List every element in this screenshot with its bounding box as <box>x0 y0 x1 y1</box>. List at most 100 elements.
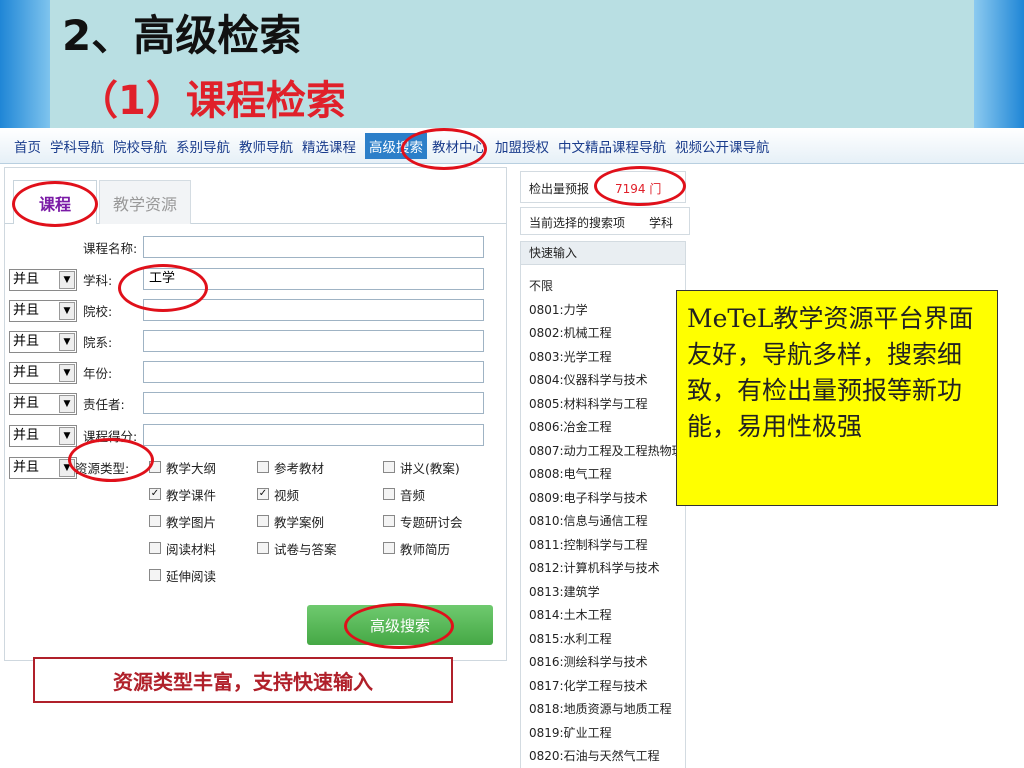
filter-row: 并且 ▼ 学科: 工学 <box>5 268 506 292</box>
field-input[interactable] <box>143 392 484 414</box>
checkbox-icon[interactable] <box>383 542 395 554</box>
checkbox-label: 教学案例 <box>274 514 325 530</box>
checkbox-icon[interactable]: ✓ <box>257 488 269 500</box>
chevron-down-icon[interactable]: ▼ <box>59 364 75 382</box>
quick-input-item[interactable]: 0807:动力工程及工程热物理 <box>529 442 684 459</box>
quick-input-item[interactable]: 0801:力学 <box>529 301 588 318</box>
logic-select[interactable]: 并且 ▼ <box>9 269 77 291</box>
quick-input-item[interactable]: 0812:计算机科学与技术 <box>529 559 660 576</box>
resource-type-checkbox[interactable]: 阅读材料 <box>149 539 216 557</box>
quick-input-item[interactable]: 0802:机械工程 <box>529 324 612 341</box>
tab-resource[interactable]: 教学资源 <box>99 180 191 224</box>
quick-input-item[interactable]: 0809:电子科学与技术 <box>529 489 648 506</box>
resource-type-checkbox[interactable]: 音频 <box>383 485 425 503</box>
chevron-down-icon[interactable]: ▼ <box>59 395 75 413</box>
quick-input-item[interactable]: 0805:材料科学与工程 <box>529 395 648 412</box>
resource-type-checkbox[interactable]: 教学图片 <box>149 512 216 530</box>
quick-input-item[interactable]: 0814:土木工程 <box>529 606 612 623</box>
resource-type-checkbox[interactable]: 讲义(教案) <box>383 458 460 476</box>
slide-title: 2、高级检索 <box>62 11 302 60</box>
field-input[interactable] <box>143 330 484 352</box>
logic-select-value: 并且 <box>13 428 40 443</box>
field-label: 院校: <box>83 304 113 319</box>
logic-select[interactable]: 并且 ▼ <box>9 425 77 447</box>
quick-input-item[interactable]: 0819:矿业工程 <box>529 724 612 741</box>
resource-type-checkbox[interactable]: 试卷与答案 <box>257 539 337 557</box>
checkbox-label: 参考教材 <box>274 460 325 476</box>
logic-select-value: 并且 <box>13 365 40 380</box>
resource-type-checkbox[interactable]: 教学大纲 <box>149 458 216 476</box>
field-label: 学科: <box>83 273 113 288</box>
logic-select[interactable]: 并且 ▼ <box>9 300 77 322</box>
quick-input-item[interactable]: 0811:控制科学与工程 <box>529 536 648 553</box>
quick-input-item[interactable]: 0815:水利工程 <box>529 630 612 647</box>
left-decoration <box>0 0 50 128</box>
current-label: 当前选择的搜索项 <box>529 216 626 230</box>
checkbox-icon[interactable] <box>149 515 161 527</box>
logic-select[interactable]: 并且 ▼ <box>9 362 77 384</box>
resource-type-checkbox[interactable]: ✓ 视频 <box>257 485 299 503</box>
field-label: 年份: <box>83 366 113 381</box>
filter-row: 并且 ▼ 院系: <box>5 330 506 354</box>
logic-select[interactable]: 并且 ▼ <box>9 393 77 415</box>
quick-input-item[interactable]: 不限 <box>529 277 553 294</box>
nav-item[interactable]: 院校导航 <box>113 136 167 156</box>
checkbox-label: 教师简历 <box>400 541 451 557</box>
logic-select-value: 并且 <box>13 303 40 318</box>
nav-item[interactable]: 教师导航 <box>239 136 293 156</box>
checkbox-icon[interactable] <box>257 461 269 473</box>
caption-box: 资源类型丰富，支持快速输入 <box>33 657 453 703</box>
chevron-down-icon[interactable]: ▼ <box>59 271 75 289</box>
current-selection: 当前选择的搜索项 学科 <box>520 207 690 235</box>
checkbox-icon[interactable] <box>383 488 395 500</box>
slide-subtitle: （1）课程检索 <box>78 78 346 124</box>
field-input[interactable] <box>143 424 484 446</box>
quick-input-item[interactable]: 0813:建筑学 <box>529 583 600 600</box>
filter-row: 并且 ▼ 责任者: <box>5 392 506 416</box>
checkbox-icon[interactable] <box>149 569 161 581</box>
quick-input-item[interactable]: 0808:电气工程 <box>529 465 612 482</box>
nav-item[interactable]: 首页 <box>14 136 41 156</box>
highlight-circle <box>344 603 454 649</box>
logic-select[interactable]: 并且 ▼ <box>9 457 77 479</box>
resource-type-checkbox[interactable]: 教学案例 <box>257 512 324 530</box>
highlight-circle <box>68 438 154 482</box>
quick-input-item[interactable]: 0817:化学工程与技术 <box>529 677 648 694</box>
right-decoration <box>974 0 1024 128</box>
field-input[interactable] <box>143 361 484 383</box>
resource-type-checkbox[interactable]: 教师简历 <box>383 539 450 557</box>
chevron-down-icon[interactable]: ▼ <box>59 427 75 445</box>
nav-item[interactable]: 系别导航 <box>176 136 230 156</box>
checkbox-icon[interactable]: ✓ <box>149 488 161 500</box>
checkbox-icon[interactable] <box>383 461 395 473</box>
chevron-down-icon[interactable]: ▼ <box>59 333 75 351</box>
quick-input-item[interactable]: 0816:测绘科学与技术 <box>529 653 648 670</box>
checkbox-icon[interactable] <box>383 515 395 527</box>
nav-item[interactable]: 视频公开课导航 <box>675 136 770 156</box>
filter-row: 并且 ▼ 院校: <box>5 299 506 323</box>
nav-item[interactable]: 加盟授权 <box>495 136 549 156</box>
logic-select[interactable]: 并且 ▼ <box>9 331 77 353</box>
resource-type-checkbox[interactable]: 延伸阅读 <box>149 566 216 584</box>
quick-input-item[interactable]: 0806:冶金工程 <box>529 418 612 435</box>
count-label: 检出量预报 <box>529 182 590 196</box>
checkbox-label: 延伸阅读 <box>166 568 217 584</box>
search-panel: 课程 教学资源 课程名称: 并且 ▼ 学科: 工学 并且 ▼ 院校: 并且 ▼ 院系: 并且 ▼ 年份:… <box>4 167 507 661</box>
checkbox-icon[interactable] <box>257 515 269 527</box>
quick-input-item[interactable]: 0818:地质资源与地质工程 <box>529 700 672 717</box>
checkbox-icon[interactable] <box>257 542 269 554</box>
course-name-input[interactable] <box>143 236 484 258</box>
nav-item[interactable]: 学科导航 <box>50 136 104 156</box>
course-name-row: 课程名称: <box>5 236 506 260</box>
checkbox-icon[interactable] <box>149 542 161 554</box>
quick-input-item[interactable]: 0820:石油与天然气工程 <box>529 747 660 764</box>
nav-item[interactable]: 中文精品课程导航 <box>558 136 666 156</box>
resource-type-checkbox[interactable]: 专题研讨会 <box>383 512 463 530</box>
chevron-down-icon[interactable]: ▼ <box>59 302 75 320</box>
resource-type-checkbox[interactable]: ✓ 教学课件 <box>149 485 216 503</box>
resource-type-checkbox[interactable]: 参考教材 <box>257 458 324 476</box>
quick-input-item[interactable]: 0810:信息与通信工程 <box>529 512 648 529</box>
quick-input-item[interactable]: 0804:仪器科学与技术 <box>529 371 648 388</box>
nav-item[interactable]: 精选课程 <box>302 136 356 156</box>
quick-input-item[interactable]: 0803:光学工程 <box>529 348 612 365</box>
